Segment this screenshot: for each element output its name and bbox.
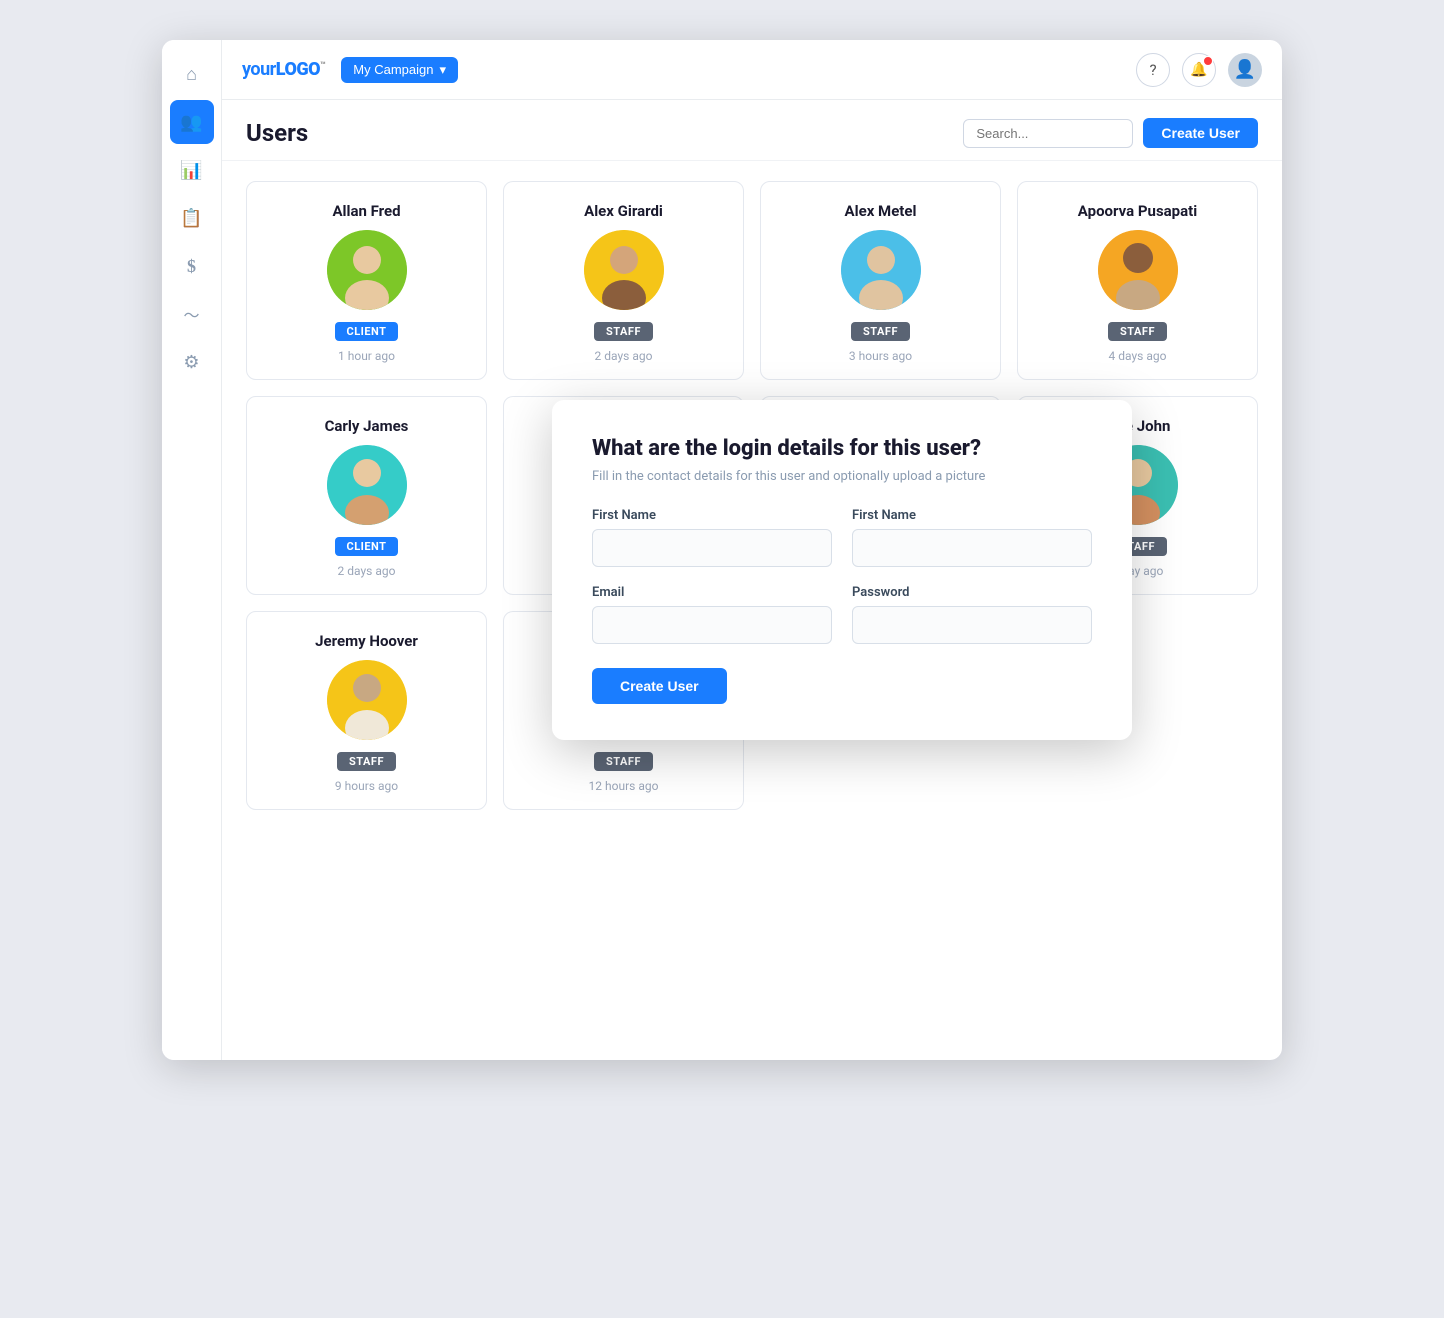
user-name: Alex Girardi bbox=[584, 202, 663, 220]
user-name: Carly James bbox=[325, 417, 409, 435]
logo-tm: ™ bbox=[320, 61, 325, 71]
create-user-modal: What are the login details for this user… bbox=[552, 400, 1132, 740]
user-avatar-button[interactable]: 👤 bbox=[1228, 53, 1262, 87]
user-name: Jeremy Hoover bbox=[315, 632, 418, 650]
user-name: Apoorva Pusapati bbox=[1078, 202, 1197, 220]
role-badge: STAFF bbox=[1108, 322, 1167, 341]
dollar-icon: $ bbox=[187, 256, 196, 277]
notifications-button[interactable]: 🔔 bbox=[1182, 53, 1216, 87]
users-icon: 👥 bbox=[180, 112, 202, 133]
role-badge: STAFF bbox=[851, 322, 910, 341]
time-ago: 3 hours ago bbox=[849, 349, 912, 363]
sidebar-item-activity[interactable]: 〜 bbox=[170, 292, 214, 336]
sidebar: ⌂ 👥 📊 📋 $ 〜 ⚙ bbox=[162, 40, 222, 1060]
role-badge: CLIENT bbox=[335, 537, 399, 556]
gear-icon: ⚙ bbox=[183, 352, 199, 373]
firstname-label: First Name bbox=[592, 508, 832, 523]
user-avatar bbox=[327, 230, 407, 310]
user-card-alex-g[interactable]: Alex Girardi STAFF 2 days ago bbox=[503, 181, 744, 380]
user-avatar bbox=[1098, 230, 1178, 310]
avatar-icon: 👤 bbox=[1234, 59, 1256, 80]
sidebar-item-billing[interactable]: $ bbox=[170, 244, 214, 288]
form-group-firstname: First Name bbox=[592, 508, 832, 567]
user-card-apoorva[interactable]: Apoorva Pusapati STAFF 4 days ago bbox=[1017, 181, 1258, 380]
sidebar-item-users[interactable]: 👥 bbox=[170, 100, 214, 144]
page-header: Users Create User bbox=[222, 100, 1282, 161]
email-input[interactable] bbox=[592, 606, 832, 644]
time-ago: 2 days ago bbox=[338, 564, 396, 578]
bell-icon: 🔔 bbox=[1190, 62, 1207, 78]
lastname-input[interactable] bbox=[852, 529, 1092, 567]
form-group-email: Email bbox=[592, 585, 832, 644]
campaign-button[interactable]: My Campaign ▾ bbox=[341, 57, 458, 83]
time-ago: 1 hour ago bbox=[338, 349, 395, 363]
password-input[interactable] bbox=[852, 606, 1092, 644]
form-group-lastname: First Name bbox=[852, 508, 1092, 567]
logo: yourLOGO™ bbox=[242, 59, 325, 80]
sidebar-item-documents[interactable]: 📋 bbox=[170, 196, 214, 240]
chart-icon: 📊 bbox=[180, 160, 202, 181]
app-shell: ⌂ 👥 📊 📋 $ 〜 ⚙ yourLOGO™ My Campaign bbox=[162, 40, 1282, 1060]
user-avatar bbox=[327, 660, 407, 740]
create-user-button[interactable]: Create User bbox=[1143, 118, 1258, 148]
sidebar-item-settings[interactable]: ⚙ bbox=[170, 340, 214, 384]
question-icon: ? bbox=[1149, 61, 1156, 79]
role-badge: STAFF bbox=[337, 752, 396, 771]
role-badge: CLIENT bbox=[335, 322, 399, 341]
user-name: Allan Fred bbox=[332, 202, 400, 220]
search-input[interactable] bbox=[963, 119, 1133, 148]
user-name: Alex Metel bbox=[845, 202, 917, 220]
home-icon: ⌂ bbox=[186, 64, 197, 85]
modal-create-button[interactable]: Create User bbox=[592, 668, 727, 704]
form-group-password: Password bbox=[852, 585, 1092, 644]
page-title: Users bbox=[246, 119, 308, 147]
chevron-down-icon: ▾ bbox=[439, 62, 446, 78]
logo-your: your bbox=[242, 59, 276, 80]
activity-icon: 〜 bbox=[183, 302, 199, 326]
user-avatar bbox=[841, 230, 921, 310]
user-avatar bbox=[327, 445, 407, 525]
topbar-right: ? 🔔 👤 bbox=[1136, 53, 1262, 87]
user-card-alex-m[interactable]: Alex Metel STAFF 3 hours ago bbox=[760, 181, 1001, 380]
form-row-credentials: Email Password bbox=[592, 585, 1092, 644]
sidebar-item-home[interactable]: ⌂ bbox=[170, 52, 214, 96]
help-button[interactable]: ? bbox=[1136, 53, 1170, 87]
campaign-label: My Campaign bbox=[353, 62, 433, 77]
modal-title: What are the login details for this user… bbox=[592, 436, 1092, 461]
form-row-names: First Name First Name bbox=[592, 508, 1092, 567]
user-card-jeremy[interactable]: Jeremy Hoover STAFF 9 hours ago bbox=[246, 611, 487, 810]
time-ago: 2 days ago bbox=[595, 349, 653, 363]
email-label: Email bbox=[592, 585, 832, 600]
logo-brand: LOGO bbox=[276, 59, 320, 80]
modal-subtitle: Fill in the contact details for this use… bbox=[592, 469, 1092, 484]
time-ago: 4 days ago bbox=[1109, 349, 1167, 363]
password-label: Password bbox=[852, 585, 1092, 600]
time-ago: 9 hours ago bbox=[335, 779, 398, 793]
time-ago: 12 hours ago bbox=[589, 779, 659, 793]
document-icon: 📋 bbox=[180, 208, 202, 229]
user-avatar bbox=[584, 230, 664, 310]
page-header-actions: Create User bbox=[963, 118, 1258, 148]
sidebar-item-reports[interactable]: 📊 bbox=[170, 148, 214, 192]
role-badge: STAFF bbox=[594, 752, 653, 771]
firstname-input[interactable] bbox=[592, 529, 832, 567]
topbar: yourLOGO™ My Campaign ▾ ? 🔔 👤 bbox=[222, 40, 1282, 100]
user-card-allan[interactable]: Allan Fred CLIENT 1 hour ago bbox=[246, 181, 487, 380]
role-badge: STAFF bbox=[594, 322, 653, 341]
lastname-label: First Name bbox=[852, 508, 1092, 523]
user-card-carly[interactable]: Carly James CLIENT 2 days ago bbox=[246, 396, 487, 595]
